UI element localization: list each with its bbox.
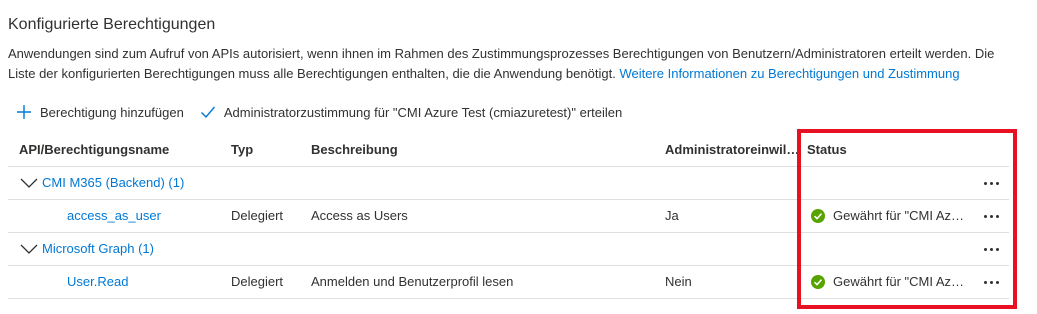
add-permission-button[interactable]: Berechtigung hinzufügen (16, 104, 184, 120)
group-label[interactable]: CMI M365 (Backend) (1) (42, 167, 184, 199)
permission-type: Delegiert (231, 274, 284, 289)
header-admin-consent[interactable]: Administratoreinwill... (665, 134, 800, 166)
status-highlight-box (797, 129, 1017, 309)
header-description[interactable]: Beschreibung (311, 134, 651, 166)
header-type[interactable]: Typ (231, 134, 301, 166)
page-title: Konfigurierte Berechtigungen (8, 16, 216, 33)
plus-icon (17, 105, 31, 119)
section-description: Anwendungen sind zum Aufruf von APIs aut… (8, 44, 1018, 84)
add-permission-label: Berechtigung hinzufügen (40, 104, 184, 120)
group-toggle[interactable]: CMI M365 (Backend) (1) (20, 167, 320, 199)
group-toggle[interactable]: Microsoft Graph (1) (20, 233, 320, 265)
header-name[interactable]: API/Berechtigungsname (19, 134, 219, 166)
chevron-down-icon (20, 244, 38, 254)
permission-type: Delegiert (231, 208, 284, 223)
permission-description: Anmelden und Benutzerprofil lesen (311, 274, 514, 289)
chevron-down-icon (20, 178, 38, 188)
grant-admin-consent-button[interactable]: Administratorzustimmung für "CMI Azure T… (200, 104, 622, 120)
admin-consent-required: Ja (665, 208, 679, 223)
toolbar: Berechtigung hinzufügen Administratorzus… (16, 104, 638, 120)
checkmark-icon (200, 106, 215, 119)
learn-more-link[interactable]: Weitere Informationen zu Berechtigungen … (619, 66, 959, 81)
permission-description: Access as Users (311, 208, 408, 223)
grant-admin-consent-label: Administratorzustimmung für "CMI Azure T… (223, 104, 623, 120)
group-label[interactable]: Microsoft Graph (1) (42, 233, 154, 265)
admin-consent-required: Nein (665, 274, 692, 289)
